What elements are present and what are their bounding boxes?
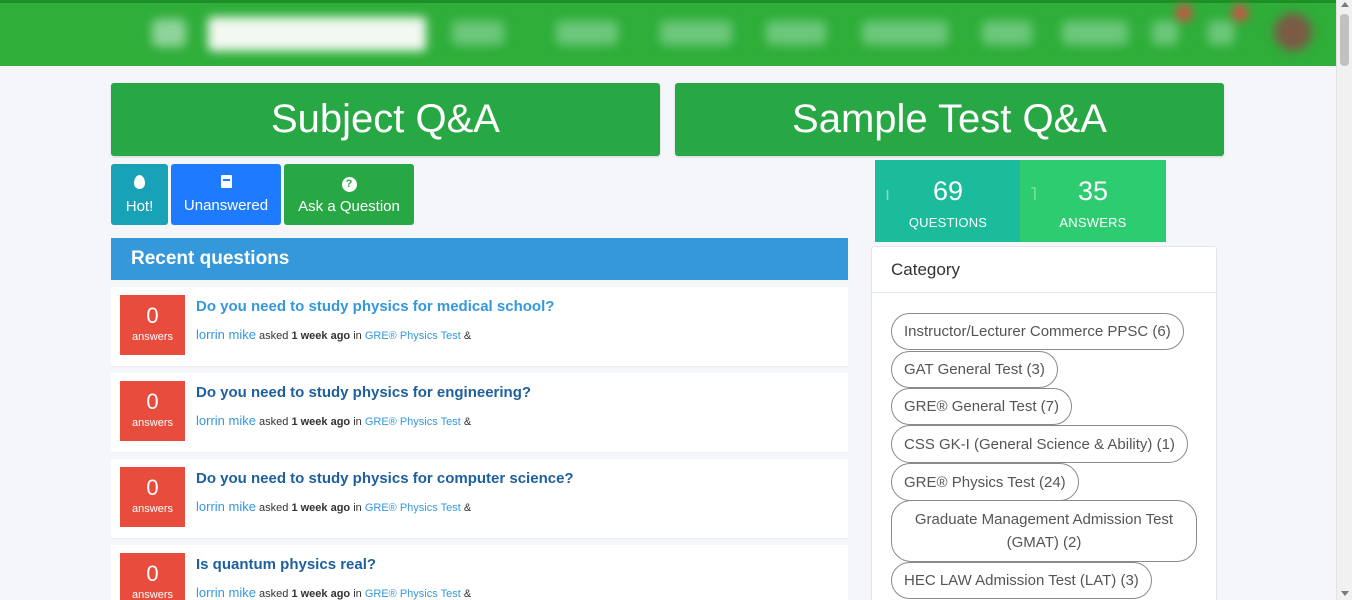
user-link[interactable]: lorrin mike bbox=[196, 327, 256, 342]
nav-item[interactable] bbox=[452, 21, 504, 45]
category-tag[interactable]: Instructor/Lecturer Commerce PPSC (6) bbox=[891, 313, 1184, 350]
messages-icon[interactable] bbox=[1208, 21, 1234, 45]
search-input[interactable] bbox=[208, 17, 426, 51]
answer-count: 0 bbox=[146, 389, 159, 414]
answer-count-badge: 0 answers bbox=[120, 381, 185, 441]
question-title-link[interactable]: Do you need to study physics for enginee… bbox=[196, 384, 531, 401]
answers-stat: ˥ 35 ANSWERS bbox=[1020, 160, 1166, 242]
in-text: in bbox=[353, 588, 362, 600]
answer-count: 0 bbox=[146, 475, 159, 500]
in-text: in bbox=[353, 416, 362, 428]
messages-badge bbox=[1232, 5, 1248, 21]
asked-text: asked bbox=[259, 330, 289, 342]
question-title-link[interactable]: Do you need to study physics for medical… bbox=[196, 298, 554, 315]
question-circle-icon: ? bbox=[341, 175, 357, 192]
scroll-up-icon[interactable] bbox=[1341, 2, 1349, 7]
navbar-blurred-content bbox=[0, 3, 1336, 66]
category-tag[interactable]: GRE® Physics Test (24) bbox=[891, 463, 1079, 501]
category-tag[interactable]: CSS GK-I (General Science & Ability) (1) bbox=[891, 425, 1188, 463]
asked-text: asked bbox=[259, 588, 289, 600]
question-meta: lorrin mike asked 1 week ago in GRE® Phy… bbox=[196, 499, 471, 514]
timestamp: 1 week ago bbox=[291, 416, 351, 428]
scroll-thumb[interactable] bbox=[1340, 14, 1349, 66]
question-item: 0 answers Do you need to study physics f… bbox=[111, 287, 848, 367]
answer-count-label: answers bbox=[132, 503, 173, 515]
question-meta: lorrin mike asked 1 week ago in GRE® Phy… bbox=[196, 413, 471, 428]
in-text: in bbox=[353, 330, 362, 342]
hot-label: Hot! bbox=[125, 197, 154, 215]
category-tag[interactable]: GAT General Test (3) bbox=[891, 351, 1058, 388]
scroll-down-icon[interactable] bbox=[1341, 591, 1349, 596]
nav-item[interactable] bbox=[982, 21, 1032, 45]
user-link[interactable]: lorrin mike bbox=[196, 499, 256, 514]
book-icon bbox=[220, 175, 232, 191]
asked-text: asked bbox=[259, 502, 289, 514]
question-item: 0 answers Do you need to study physics f… bbox=[111, 373, 848, 453]
question-item: 0 answers Do you need to study physics f… bbox=[111, 459, 848, 539]
answer-count: 0 bbox=[146, 561, 159, 586]
nav-item[interactable] bbox=[1062, 21, 1128, 45]
answer-count-badge: 0 answers bbox=[120, 295, 185, 355]
category-title: Category bbox=[872, 247, 1216, 293]
scrollbar[interactable] bbox=[1336, 0, 1352, 600]
nav-item[interactable] bbox=[660, 21, 732, 45]
logo-icon[interactable] bbox=[152, 19, 186, 47]
unanswered-button[interactable]: Unanswered bbox=[171, 164, 281, 225]
question-meta: lorrin mike asked 1 week ago in GRE® Phy… bbox=[196, 585, 471, 600]
category-link[interactable]: GRE® Physics Test bbox=[365, 588, 461, 600]
avatar[interactable] bbox=[1274, 13, 1312, 51]
ask-question-label: Ask a Question bbox=[298, 197, 400, 215]
answer-count-label: answers bbox=[132, 417, 173, 429]
category-link[interactable]: GRE® Physics Test bbox=[365, 330, 461, 342]
sample-test-qa-button[interactable]: Sample Test Q&A bbox=[675, 83, 1224, 156]
questions-stat: ı 69 QUESTIONS bbox=[875, 160, 1021, 242]
question-item: 0 answers Is quantum physics real? lorri… bbox=[111, 545, 848, 600]
nav-item[interactable] bbox=[556, 21, 618, 45]
answers-stat-icon: ˥ bbox=[1030, 184, 1037, 204]
nav-item[interactable] bbox=[862, 21, 948, 45]
timestamp: 1 week ago bbox=[291, 330, 351, 342]
user-link[interactable]: lorrin mike bbox=[196, 413, 256, 428]
meta-suffix: & bbox=[463, 502, 472, 514]
user-link[interactable]: lorrin mike bbox=[196, 585, 256, 600]
timestamp: 1 week ago bbox=[291, 502, 351, 514]
notification-badge bbox=[1176, 5, 1192, 21]
category-tag[interactable]: GRE® General Test (7) bbox=[891, 388, 1072, 425]
answer-count-label: answers bbox=[132, 589, 173, 600]
ask-question-button[interactable]: ? Ask a Question bbox=[284, 164, 414, 225]
answers-label: ANSWERS bbox=[1059, 215, 1127, 230]
nav-item[interactable] bbox=[766, 21, 826, 45]
category-link[interactable]: GRE® Physics Test bbox=[365, 502, 461, 514]
question-meta: lorrin mike asked 1 week ago in GRE® Phy… bbox=[196, 327, 471, 342]
recent-questions-header: Recent questions bbox=[111, 238, 848, 280]
category-tag[interactable]: HEC LAW Admission Test (LAT) (3) bbox=[891, 562, 1152, 599]
category-tag[interactable]: Graduate Management Admission Test (GMAT… bbox=[891, 500, 1197, 562]
answer-count-label: answers bbox=[132, 331, 173, 343]
questions-label: QUESTIONS bbox=[908, 215, 988, 230]
notification-icon[interactable] bbox=[1152, 21, 1178, 45]
question-title-link[interactable]: Is quantum physics real? bbox=[196, 556, 376, 573]
in-text: in bbox=[353, 502, 362, 514]
meta-suffix: & bbox=[463, 416, 472, 428]
answer-count-badge: 0 answers bbox=[120, 553, 185, 600]
unanswered-label: Unanswered bbox=[183, 197, 269, 214]
top-navbar bbox=[0, 0, 1336, 66]
meta-suffix: & bbox=[463, 588, 472, 600]
category-panel: Category Instructor/Lecturer Commerce PP… bbox=[871, 246, 1217, 600]
question-title-link[interactable]: Do you need to study physics for compute… bbox=[196, 470, 574, 487]
questions-count: 69 bbox=[932, 176, 964, 206]
answers-count: 35 bbox=[1077, 176, 1109, 206]
hot-button[interactable]: Hot! bbox=[111, 164, 168, 225]
category-link[interactable]: GRE® Physics Test bbox=[365, 416, 461, 428]
subject-qa-button[interactable]: Subject Q&A bbox=[111, 83, 660, 156]
answer-count-badge: 0 answers bbox=[120, 467, 185, 527]
asked-text: asked bbox=[259, 416, 289, 428]
questions-stat-icon: ı bbox=[885, 184, 891, 204]
timestamp: 1 week ago bbox=[291, 588, 351, 600]
answer-count: 0 bbox=[146, 303, 159, 328]
meta-suffix: & bbox=[463, 330, 472, 342]
fire-icon bbox=[134, 174, 145, 192]
